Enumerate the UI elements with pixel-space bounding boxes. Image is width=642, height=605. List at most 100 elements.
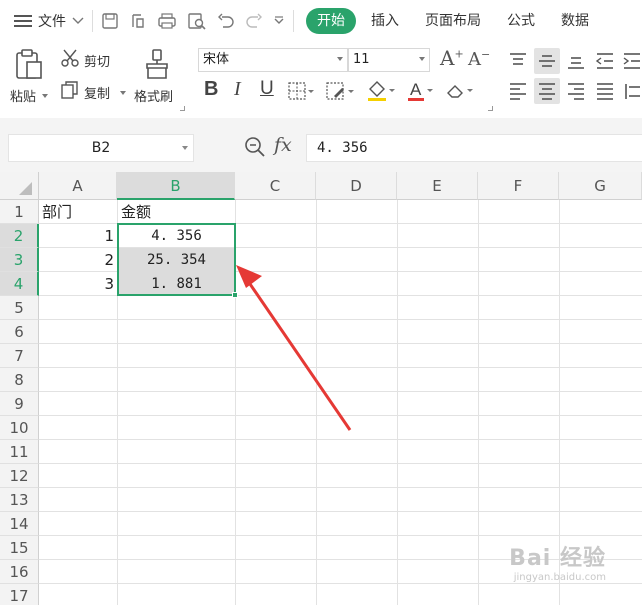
increase-indent-icon[interactable]: [622, 51, 642, 71]
grid-line: [39, 415, 642, 416]
chevron-down-icon: [419, 57, 425, 61]
column-header-f[interactable]: F: [478, 172, 559, 200]
cell-a3[interactable]: 2: [40, 248, 117, 272]
cell-b1[interactable]: 金额: [121, 200, 233, 224]
distributed-align-icon[interactable]: [622, 81, 642, 101]
save-icon[interactable]: [101, 12, 119, 30]
redo-icon[interactable]: [245, 13, 263, 29]
clear-format-icon[interactable]: [444, 80, 474, 102]
borders-icon[interactable]: [288, 82, 314, 102]
name-box-value: B2: [91, 140, 111, 156]
underline-icon[interactable]: U: [260, 78, 274, 100]
file-menu-label: 文件: [38, 14, 66, 30]
ribbon: 粘贴 剪切 复制 格式刷 宋体 11 A+ A− B I U A: [0, 42, 642, 118]
column-header-e[interactable]: E: [397, 172, 478, 200]
format-painter-label: 格式刷: [134, 90, 174, 105]
column-header-a[interactable]: A: [39, 172, 117, 200]
grid-line: [316, 200, 317, 605]
grid-line: [39, 583, 642, 584]
row-header-11[interactable]: 11: [0, 440, 39, 464]
italic-icon[interactable]: I: [234, 78, 241, 101]
chevron-down-icon: [72, 17, 84, 24]
font-size-select[interactable]: 11: [348, 48, 430, 72]
file-menu[interactable]: 文件: [14, 0, 84, 42]
tab-home[interactable]: 开始: [306, 8, 356, 34]
row-header-17[interactable]: 17: [0, 584, 39, 605]
chevron-down-icon: [182, 146, 188, 150]
format-painter-icon: [146, 49, 168, 79]
chevron-down-icon: [337, 57, 343, 61]
increase-font-size-icon[interactable]: A+: [440, 46, 464, 70]
row-header-4[interactable]: 4: [0, 272, 39, 296]
selection-range-border: [117, 223, 236, 296]
tab-page-layout[interactable]: 页面布局: [414, 8, 492, 34]
dialog-launcher-icon[interactable]: [488, 106, 493, 111]
cell-a4[interactable]: 3: [40, 272, 117, 296]
row-header-16[interactable]: 16: [0, 560, 39, 584]
paste-button[interactable]: 粘贴: [10, 46, 48, 108]
select-all-corner[interactable]: [0, 172, 39, 200]
row-header-13[interactable]: 13: [0, 488, 39, 512]
align-center-icon[interactable]: [537, 81, 557, 101]
insert-function-icon[interactable]: fx: [274, 134, 292, 156]
print-icon[interactable]: [157, 12, 177, 30]
copy-label: 复制: [84, 87, 111, 102]
cut-button[interactable]: 剪切: [60, 48, 120, 70]
row-header-15[interactable]: 15: [0, 536, 39, 560]
tab-formulas[interactable]: 公式: [496, 8, 546, 34]
export-pdf-icon[interactable]: [129, 12, 147, 30]
row-header-12[interactable]: 12: [0, 464, 39, 488]
row-header-7[interactable]: 7: [0, 344, 39, 368]
grid-line: [39, 439, 642, 440]
grid-line: [39, 367, 642, 368]
customize-toolbar-icon[interactable]: [273, 15, 285, 27]
name-box[interactable]: B2: [8, 134, 194, 162]
row-header-1[interactable]: 1: [0, 200, 39, 224]
chevron-down-icon: [42, 94, 48, 98]
fill-color-icon[interactable]: [366, 80, 396, 102]
align-bottom-icon[interactable]: [566, 51, 586, 71]
align-left-icon[interactable]: [508, 81, 528, 101]
align-right-icon[interactable]: [566, 81, 586, 101]
fill-handle[interactable]: [232, 292, 238, 298]
font-color-icon[interactable]: A: [406, 80, 436, 102]
undo-icon[interactable]: [217, 13, 235, 29]
cell-a1[interactable]: 部门: [42, 200, 116, 224]
cell-style-icon[interactable]: [326, 82, 354, 102]
font-size-value: 11: [353, 52, 370, 67]
font-name-select[interactable]: 宋体: [198, 48, 348, 72]
divider: [293, 10, 294, 32]
column-header-g[interactable]: G: [559, 172, 642, 200]
format-painter-button[interactable]: 格式刷: [134, 46, 184, 108]
cell-a2[interactable]: 1: [40, 224, 117, 248]
zoom-search-icon[interactable]: [244, 136, 266, 158]
print-preview-icon[interactable]: [187, 12, 207, 30]
row-header-3[interactable]: 3: [0, 248, 39, 272]
watermark-text: Bai 经验: [509, 546, 606, 571]
grid-line: [39, 463, 642, 464]
svg-text:A: A: [410, 80, 422, 99]
justify-icon[interactable]: [595, 81, 615, 101]
align-top-icon[interactable]: [508, 51, 528, 71]
bold-icon[interactable]: B: [204, 78, 218, 101]
tab-insert[interactable]: 插入: [360, 8, 410, 34]
column-header-b[interactable]: B: [117, 172, 235, 200]
formula-input[interactable]: 4. 356: [306, 134, 642, 162]
decrease-indent-icon[interactable]: [595, 51, 615, 71]
row-header-10[interactable]: 10: [0, 416, 39, 440]
row-header-5[interactable]: 5: [0, 296, 39, 320]
grid-line: [39, 535, 642, 536]
row-header-6[interactable]: 6: [0, 320, 39, 344]
row-header-14[interactable]: 14: [0, 512, 39, 536]
decrease-font-size-icon[interactable]: A−: [468, 48, 490, 70]
copy-button[interactable]: 复制: [60, 80, 128, 102]
column-header-d[interactable]: D: [316, 172, 397, 200]
row-header-9[interactable]: 9: [0, 392, 39, 416]
select-all-triangle-icon: [19, 182, 32, 195]
column-header-c[interactable]: C: [235, 172, 316, 200]
tab-data[interactable]: 数据: [550, 8, 600, 34]
row-header-2[interactable]: 2: [0, 224, 39, 248]
row-header-8[interactable]: 8: [0, 368, 39, 392]
align-middle-icon[interactable]: [537, 51, 557, 71]
dialog-launcher-icon[interactable]: [180, 106, 185, 111]
